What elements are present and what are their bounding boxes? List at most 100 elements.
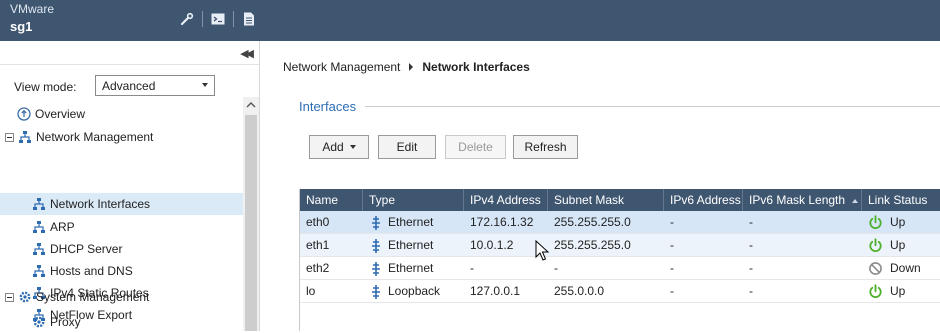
- cell-name: eth0: [306, 215, 330, 229]
- column-header-link-status[interactable]: Link Status: [862, 189, 940, 211]
- tree-item-label: Network Interfaces: [50, 197, 151, 211]
- view-mode-select[interactable]: Advanced: [95, 75, 215, 96]
- add-button[interactable]: Add: [309, 135, 369, 159]
- view-mode-label: View mode:: [14, 80, 77, 94]
- column-header-name[interactable]: Name: [300, 189, 363, 211]
- table-row[interactable]: lo Loopback 127.0.0.1 255.0.0.0 - - Up: [300, 280, 940, 303]
- link-status-label: Up: [890, 284, 906, 298]
- cell-type: Ethernet: [363, 234, 464, 257]
- cell-name: eth1: [306, 238, 330, 252]
- host-name: sg1: [10, 19, 33, 34]
- delete-button-label: Delete: [458, 140, 493, 154]
- cell-subnet: 255.255.255.0: [554, 238, 631, 252]
- cell-subnet: 255.0.0.0: [554, 284, 605, 298]
- column-header-ipv6-mask-label: IPv6 Mask Length: [749, 193, 846, 207]
- ethernet-icon: [369, 284, 383, 299]
- column-header-ipv6[interactable]: IPv6 Address: [664, 189, 743, 211]
- document-icon[interactable]: [240, 10, 258, 28]
- collapse-toggle-icon[interactable]: [5, 132, 14, 142]
- column-header-subnet[interactable]: Subnet Mask: [548, 189, 664, 211]
- toolbar-separator: [233, 11, 234, 27]
- cell-type-label: Ethernet: [388, 261, 434, 275]
- cell-ipv6: -: [670, 284, 674, 298]
- sort-ascending-icon: [852, 198, 859, 203]
- tree-item-network-management[interactable]: Network Management: [0, 126, 243, 148]
- table-row[interactable]: eth2 Ethernet - - - - Down: [300, 257, 940, 280]
- section-divider: [365, 106, 940, 107]
- cell-type: Ethernet: [363, 211, 464, 234]
- disabled-icon: [869, 262, 882, 275]
- cell-link-status: Up: [862, 280, 940, 303]
- breadcrumb-parent[interactable]: Network Management: [283, 60, 400, 74]
- link-status-label: Up: [890, 215, 906, 229]
- tree-item-overview[interactable]: Overview: [0, 103, 243, 125]
- sidebar-collapse-button[interactable]: ◀◀: [0, 45, 259, 65]
- table-header: Name Type IPv4 Address Subnet Mask IPv6 …: [300, 189, 940, 211]
- ethernet-icon: [369, 215, 383, 230]
- table-row[interactable]: eth0 Ethernet 172.16.1.32 255.255.255.0 …: [300, 211, 940, 234]
- view-mode-value: Advanced: [102, 79, 156, 93]
- column-header-ipv4[interactable]: IPv4 Address: [464, 189, 548, 211]
- edit-button[interactable]: Edit: [378, 135, 436, 159]
- cell-subnet: -: [554, 261, 558, 275]
- cell-name: lo: [306, 284, 316, 298]
- section-title: Interfaces: [299, 99, 357, 114]
- wrench-icon[interactable]: [178, 10, 196, 28]
- tree-item-proxy[interactable]: Proxy: [0, 311, 243, 333]
- ethernet-icon: [369, 261, 383, 276]
- tree-item-label: Network Management: [36, 130, 154, 144]
- network-icon: [32, 220, 46, 234]
- column-header-ipv6-mask[interactable]: IPv6 Mask Length: [743, 189, 862, 211]
- network-icon: [32, 242, 46, 256]
- refresh-button[interactable]: Refresh: [513, 135, 578, 159]
- breadcrumb-current: Network Interfaces: [422, 60, 530, 74]
- table-row[interactable]: eth1 Ethernet 10.0.1.2 255.255.255.0 - -…: [300, 234, 940, 257]
- ethernet-icon: [369, 238, 383, 253]
- cell-ipv4: 127.0.0.1: [470, 284, 521, 298]
- cell-link-status: Up: [862, 234, 940, 257]
- tree-item-label: ARP: [50, 220, 75, 234]
- overview-icon: [17, 107, 31, 121]
- cell-ipv6-mask: -: [749, 238, 753, 252]
- power-on-icon: [869, 284, 882, 298]
- dropdown-arrow-icon: [349, 145, 356, 149]
- toolbar-separator: [202, 11, 203, 27]
- vendor-label: VMware: [10, 2, 55, 16]
- dropdown-arrow-icon: [202, 83, 208, 87]
- cell-subnet: 255.255.255.0: [554, 215, 631, 229]
- network-icon: [32, 197, 46, 211]
- gear-icon: [18, 290, 32, 304]
- sidebar-scrollbar[interactable]: [243, 97, 259, 331]
- tree-item-network-interfaces[interactable]: Network Interfaces: [0, 193, 243, 215]
- cell-link-status: Down: [862, 257, 940, 280]
- tree-item-label: Proxy: [50, 315, 81, 329]
- tree-item-system-management[interactable]: System Management: [0, 286, 243, 308]
- scroll-up-icon[interactable]: [246, 101, 256, 109]
- sidebar: ◀◀ View mode: Advanced Overview Network …: [0, 41, 260, 331]
- interfaces-table: Name Type IPv4 Address Subnet Mask IPv6 …: [299, 189, 940, 331]
- edit-button-label: Edit: [396, 140, 418, 154]
- cell-type: Loopback: [363, 280, 464, 303]
- collapse-toggle-icon[interactable]: [5, 292, 14, 302]
- mouse-cursor-icon: [535, 240, 549, 261]
- scrollbar-thumb[interactable]: [245, 115, 257, 331]
- double-chevron-left-icon: ◀◀: [240, 48, 254, 60]
- toolbar-icons: [178, 10, 258, 28]
- cell-type: Ethernet: [363, 257, 464, 280]
- cell-ipv6: -: [670, 238, 674, 252]
- cell-ipv6-mask: -: [749, 261, 753, 275]
- delete-button[interactable]: Delete: [445, 135, 506, 159]
- terminal-icon[interactable]: [209, 10, 227, 28]
- tree-item-label: DHCP Server: [50, 242, 123, 256]
- tree-item-arp[interactable]: ARP: [0, 216, 243, 238]
- cell-ipv4: 172.16.1.32: [470, 215, 534, 229]
- top-bar: VMware sg1: [0, 0, 940, 41]
- network-icon: [32, 264, 46, 278]
- link-status-label: Down: [890, 261, 921, 275]
- power-on-icon: [869, 238, 882, 252]
- tree-item-dhcp-server[interactable]: DHCP Server: [0, 238, 243, 260]
- column-header-type[interactable]: Type: [363, 189, 464, 211]
- main-content: Network Management Network Interfaces In…: [261, 41, 940, 331]
- cell-ipv6: -: [670, 261, 674, 275]
- tree-item-hosts-and-dns[interactable]: Hosts and DNS: [0, 260, 243, 282]
